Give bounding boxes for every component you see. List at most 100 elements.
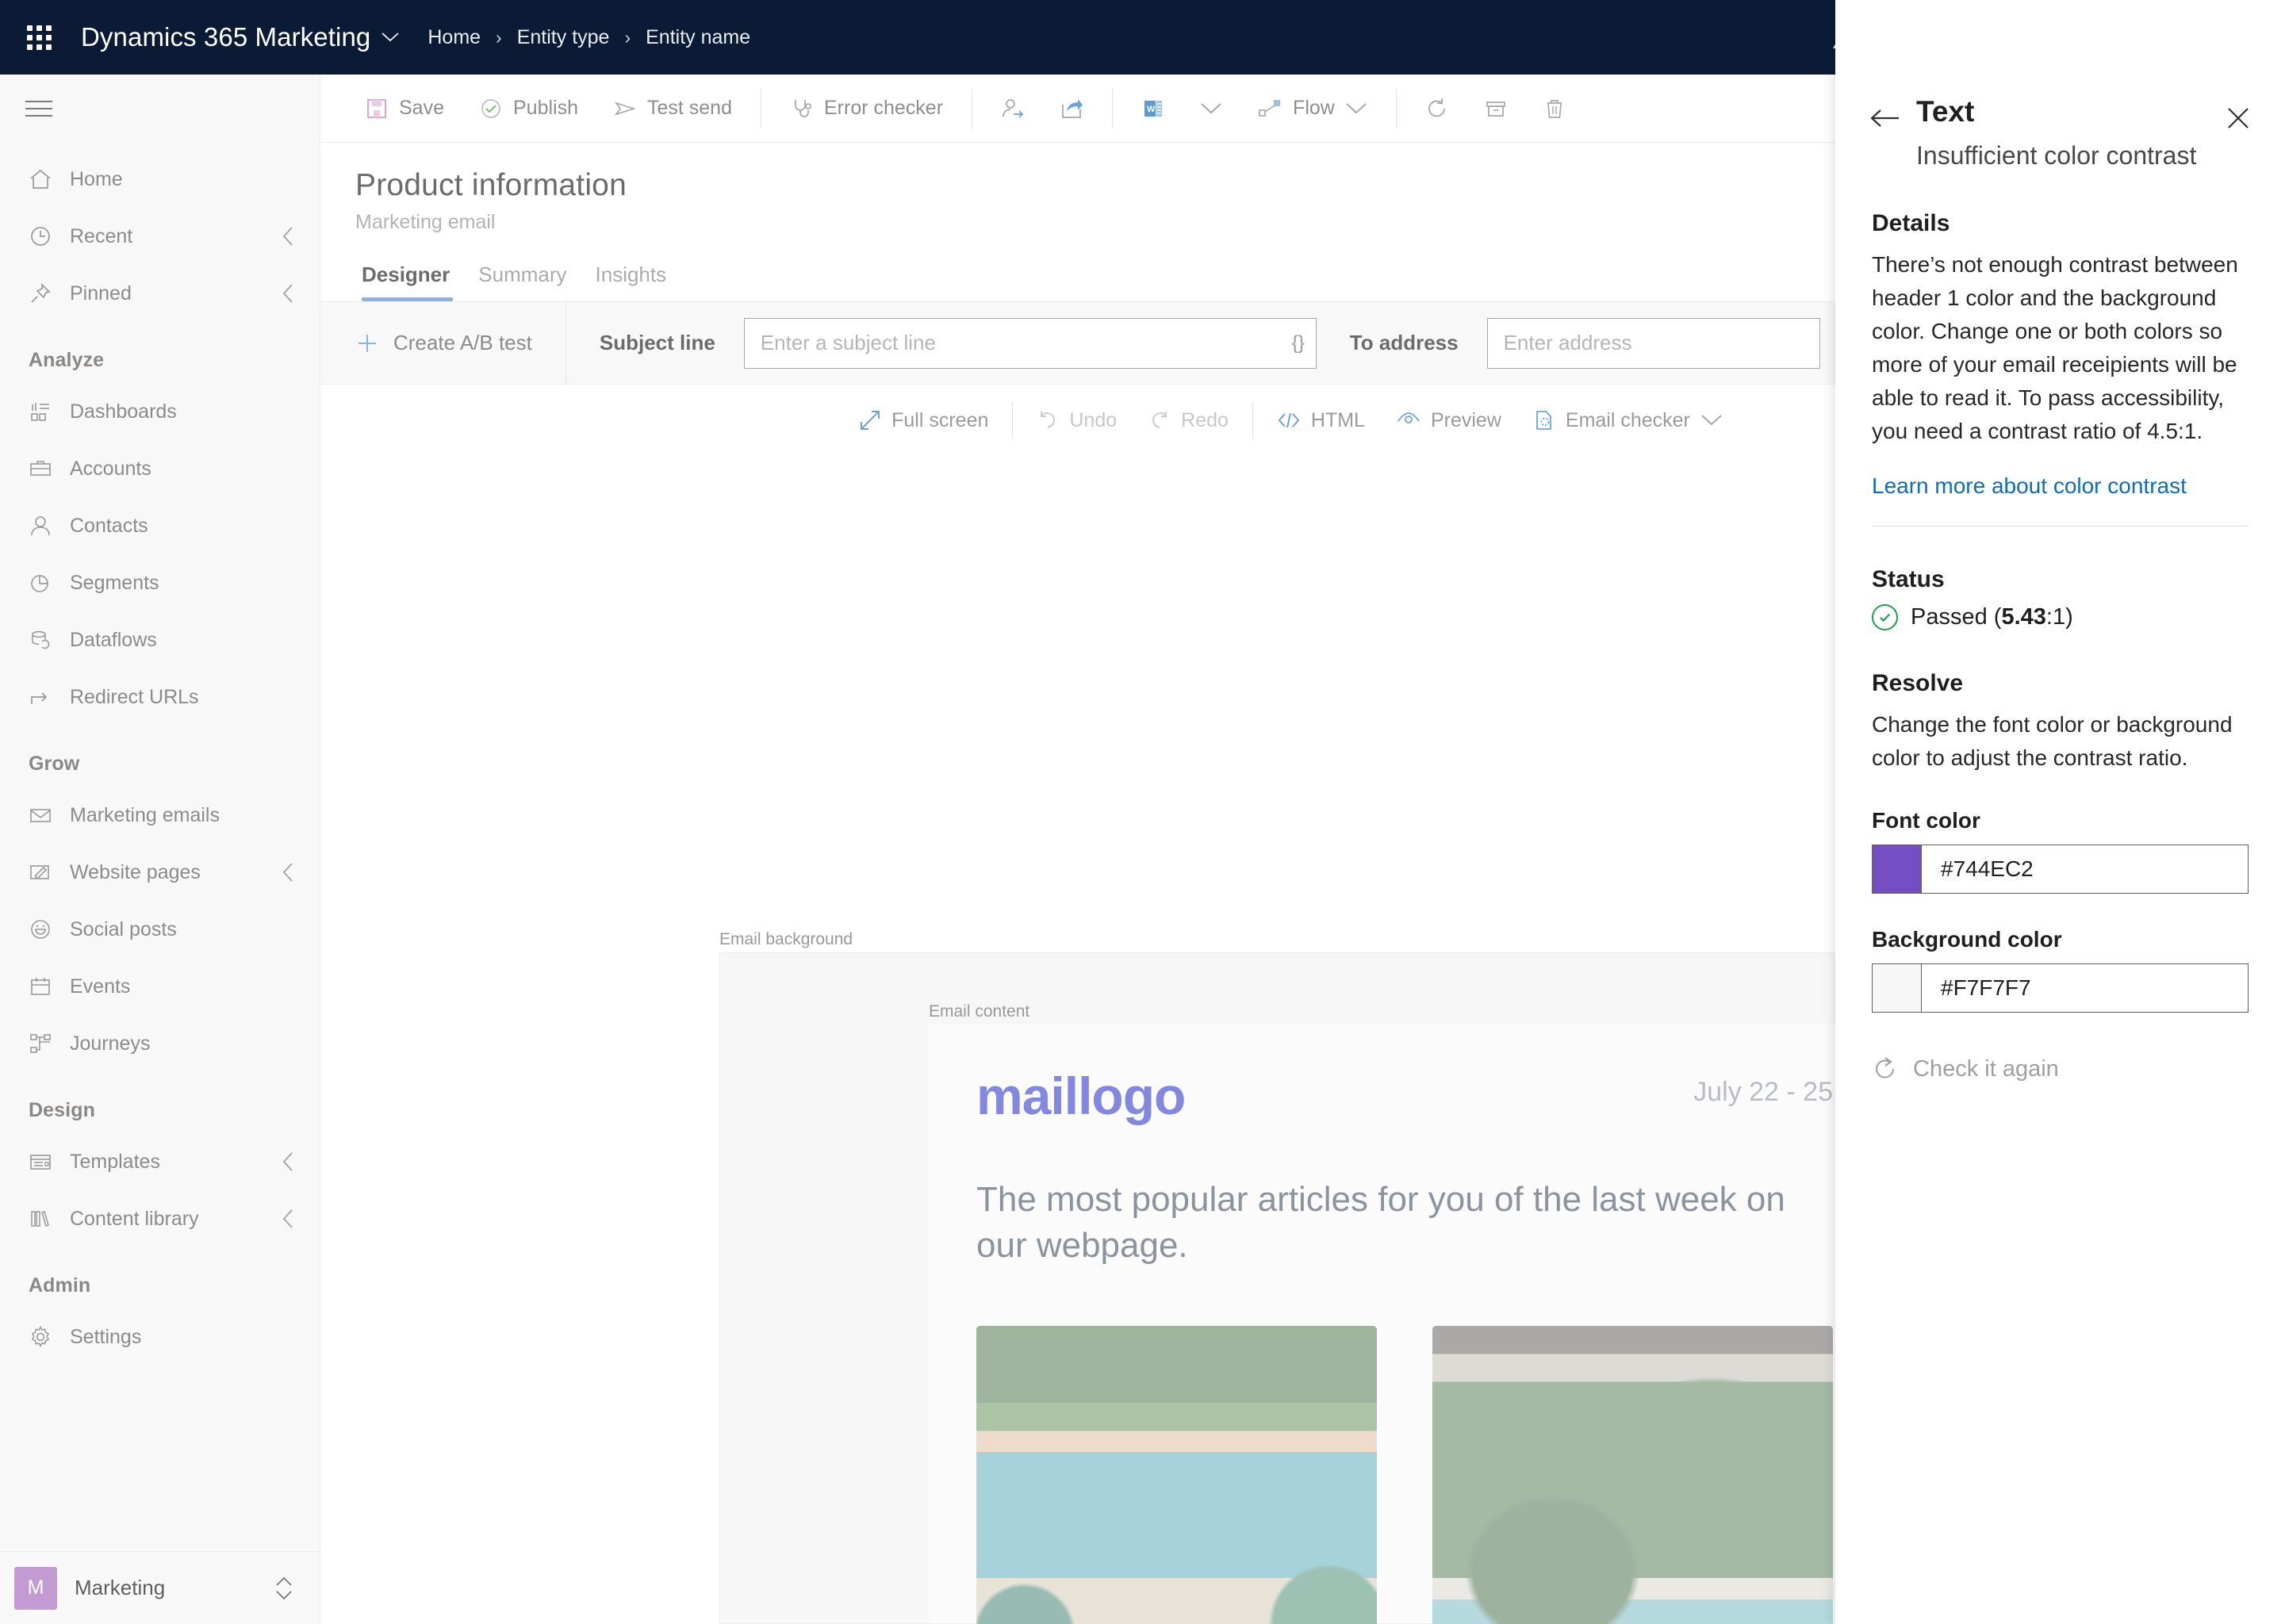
back-arrow-icon[interactable] <box>1870 108 1900 128</box>
sidebar-item-dataflows[interactable]: Dataflows <box>0 611 320 668</box>
flow-button[interactable]: Flow <box>1240 83 1385 134</box>
font-color-swatch[interactable] <box>1873 845 1922 893</box>
chevron-down-icon <box>1200 102 1222 116</box>
sidebar-item-marketing-emails[interactable]: Marketing emails <box>0 787 320 844</box>
test-send-button[interactable]: Test send <box>596 83 750 134</box>
sidebar-item-redirect-urls[interactable]: Redirect URLs <box>0 668 320 726</box>
chevron-down-icon <box>1345 102 1367 116</box>
sidebar-item-dashboards[interactable]: Dashboards <box>0 383 320 440</box>
sidebar-item-website-pages[interactable]: Website pages <box>0 844 320 901</box>
word-export-icon: W <box>1141 97 1165 121</box>
app-launcher-button[interactable] <box>16 14 62 60</box>
close-icon[interactable] <box>2226 106 2250 130</box>
svg-text:W: W <box>1147 105 1156 114</box>
html-button[interactable]: HTML <box>1261 396 1381 445</box>
subject-line-input[interactable]: Enter a subject line {} <box>743 317 1317 369</box>
word-export-button[interactable]: W <box>1124 83 1183 134</box>
code-icon <box>1277 410 1301 431</box>
sidebar-item-templates[interactable]: Templates <box>0 1133 320 1190</box>
calendar-icon <box>29 975 70 998</box>
font-color-value[interactable]: #744EC2 <box>1922 845 2248 893</box>
sidebar-item-label: Segments <box>70 571 159 594</box>
chevron-down-icon[interactable] <box>1700 413 1723 427</box>
delete-button[interactable] <box>1525 83 1584 134</box>
sidebar-group-analyze: Analyze <box>29 349 105 371</box>
sidebar-item-recent[interactable]: Recent <box>0 208 320 265</box>
email-content-region[interactable]: maillogo July 22 - 25 The most popular a… <box>929 1025 1881 1624</box>
card-image[interactable] <box>976 1326 1377 1624</box>
tab-designer[interactable]: Designer <box>355 256 464 301</box>
chevron-left-icon[interactable] <box>282 1151 294 1172</box>
create-ab-test-button[interactable]: Create A/B test <box>355 331 565 355</box>
sidebar-item-label: Accounts <box>70 457 151 480</box>
breadcrumb-item-home[interactable]: Home <box>427 26 481 49</box>
save-button[interactable]: Save <box>347 83 462 134</box>
chevron-left-icon[interactable] <box>282 862 294 883</box>
sidebar-item-journeys[interactable]: Journeys <box>0 1015 320 1072</box>
sidebar-item-pinned[interactable]: Pinned <box>0 265 320 322</box>
redo-button[interactable]: Redo <box>1133 396 1244 445</box>
email-checker-button[interactable]: Email checker <box>1517 396 1739 445</box>
area-switcher[interactable]: M Marketing <box>0 1551 320 1624</box>
area-switcher-updown-icon[interactable] <box>274 1575 294 1602</box>
undo-label: Undo <box>1069 408 1118 431</box>
sidebar-item-accounts[interactable]: Accounts <box>0 440 320 497</box>
sidebar-item-settings[interactable]: Settings <box>0 1308 320 1365</box>
sidebar-item-home[interactable]: Home <box>0 151 320 208</box>
refresh-button[interactable] <box>1408 83 1466 134</box>
details-heading: Details <box>1872 210 1950 236</box>
sidebar-item-contacts[interactable]: Contacts <box>0 497 320 554</box>
tab-insights[interactable]: Insights <box>581 256 681 301</box>
error-checker-button[interactable]: Error checker <box>773 83 960 134</box>
undo-button[interactable]: Undo <box>1021 396 1133 445</box>
background-color-value[interactable]: #F7F7F7 <box>1922 964 2248 1012</box>
background-color-field[interactable]: #F7F7F7 <box>1872 963 2249 1013</box>
font-color-field[interactable]: #744EC2 <box>1872 845 2249 894</box>
sidebar-item-content-library[interactable]: Content library <box>0 1190 320 1247</box>
panel-body: Details There’s not enough contrast betw… <box>1835 170 2285 1082</box>
email-card[interactable]: Text BEST JOURNEYS Keep your double opt-… <box>976 1326 1377 1624</box>
app-title[interactable]: Dynamics 365 Marketing <box>81 22 370 52</box>
share-button[interactable] <box>1042 83 1101 134</box>
email-date[interactable]: July 22 - 25 <box>1693 1066 1833 1108</box>
breadcrumb-separator-icon: › <box>624 26 631 48</box>
dynamic-token-icon[interactable]: {} <box>1284 332 1305 354</box>
sidebar-group-design: Design <box>29 1099 95 1121</box>
check-it-again-button[interactable]: Check it again <box>1872 1055 2249 1082</box>
check-circle-icon <box>1872 604 1898 630</box>
eye-icon <box>1397 410 1420 431</box>
preview-button[interactable]: Preview <box>1381 396 1517 445</box>
learn-more-link[interactable]: Learn more about color contrast <box>1872 473 2187 499</box>
breadcrumb-item-entity-name[interactable]: Entity name <box>646 26 750 49</box>
card-image[interactable] <box>1432 1326 1833 1624</box>
chevron-left-icon[interactable] <box>282 1208 294 1229</box>
to-address-input[interactable]: Enter address <box>1486 317 1820 369</box>
details-text: There’s not enough contrast between head… <box>1872 252 2238 443</box>
full-screen-button[interactable]: Full screen <box>843 396 1004 445</box>
sidebar-item-label: Events <box>70 975 131 998</box>
email-headline[interactable]: The most popular articles for you of the… <box>976 1177 1833 1269</box>
sidebar-item-segments[interactable]: Segments <box>0 554 320 611</box>
background-color-swatch[interactable] <box>1873 964 1922 1012</box>
breadcrumb-item-entity-type[interactable]: Entity type <box>517 26 610 49</box>
sidebar-item-label: Content library <box>70 1207 199 1230</box>
email-logo[interactable]: maillogo <box>976 1066 1186 1126</box>
smiley-icon <box>29 917 70 941</box>
refresh-icon <box>1425 97 1449 121</box>
publish-button[interactable]: Publish <box>462 83 596 134</box>
sidebar-item-social-posts[interactable]: Social posts <box>0 901 320 958</box>
email-card[interactable]: BEST DESTINATIONS Keep your double opt-i… <box>1432 1326 1833 1624</box>
sidebar-collapse-button[interactable] <box>0 75 320 143</box>
home-icon <box>29 167 70 191</box>
add-icon <box>355 331 379 355</box>
chevron-left-icon[interactable] <box>282 283 294 304</box>
save-label: Save <box>399 97 444 119</box>
word-dropdown-button[interactable] <box>1183 83 1240 134</box>
chevron-left-icon[interactable] <box>282 226 294 247</box>
assign-user-button[interactable] <box>983 83 1042 134</box>
tab-summary[interactable]: Summary <box>464 256 581 301</box>
archive-button[interactable] <box>1466 83 1525 134</box>
sidebar-item-events[interactable]: Events <box>0 958 320 1015</box>
app-title-chevron-down-icon[interactable] <box>381 32 399 43</box>
sidebar-item-label: Website pages <box>70 860 201 883</box>
